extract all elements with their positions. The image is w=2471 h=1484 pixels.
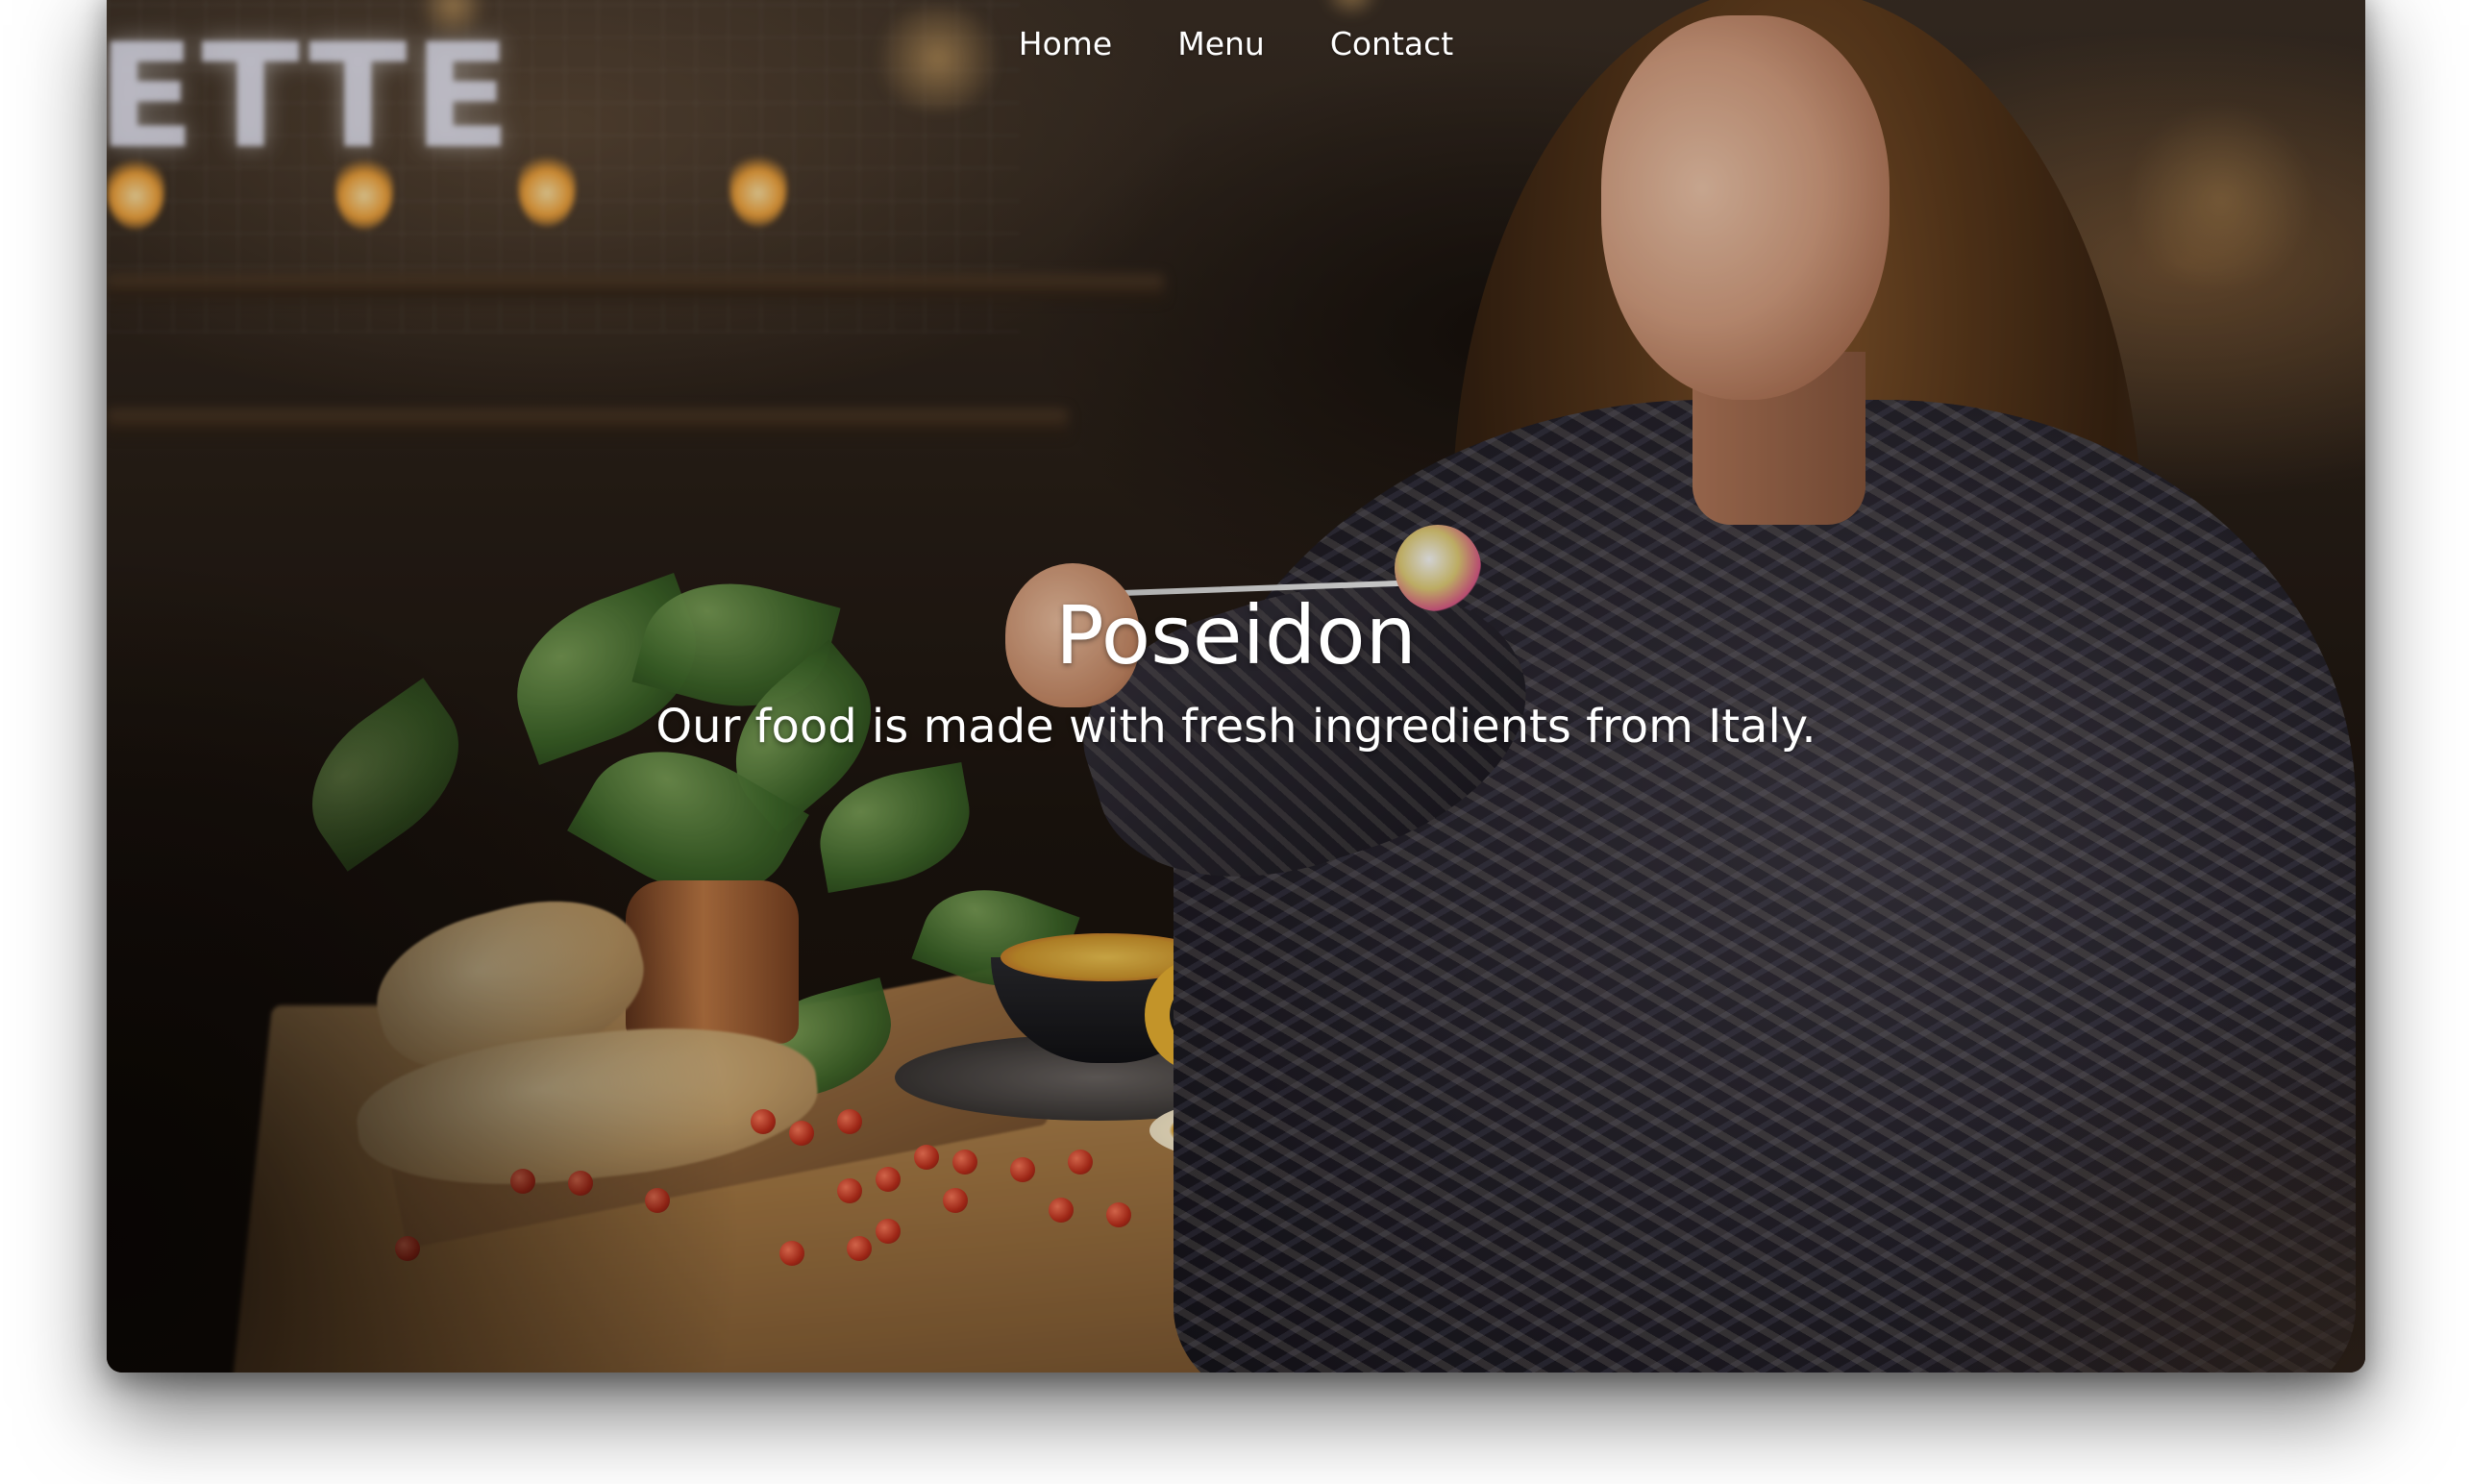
hero-title: Poseidon (1055, 588, 1417, 682)
hero-content: Poseidon Our food is made with fresh ing… (107, 582, 2365, 757)
hero-subtitle: Our food is made with fresh ingredients … (655, 700, 1816, 754)
nav-link-home[interactable]: Home (986, 21, 1145, 67)
browser-window: ETTE (107, 0, 2365, 1373)
nav-link-menu[interactable]: Menu (1145, 21, 1297, 67)
top-navigation: Home Menu Contact (107, 21, 2365, 67)
nav-link-contact[interactable]: Contact (1297, 21, 1486, 67)
